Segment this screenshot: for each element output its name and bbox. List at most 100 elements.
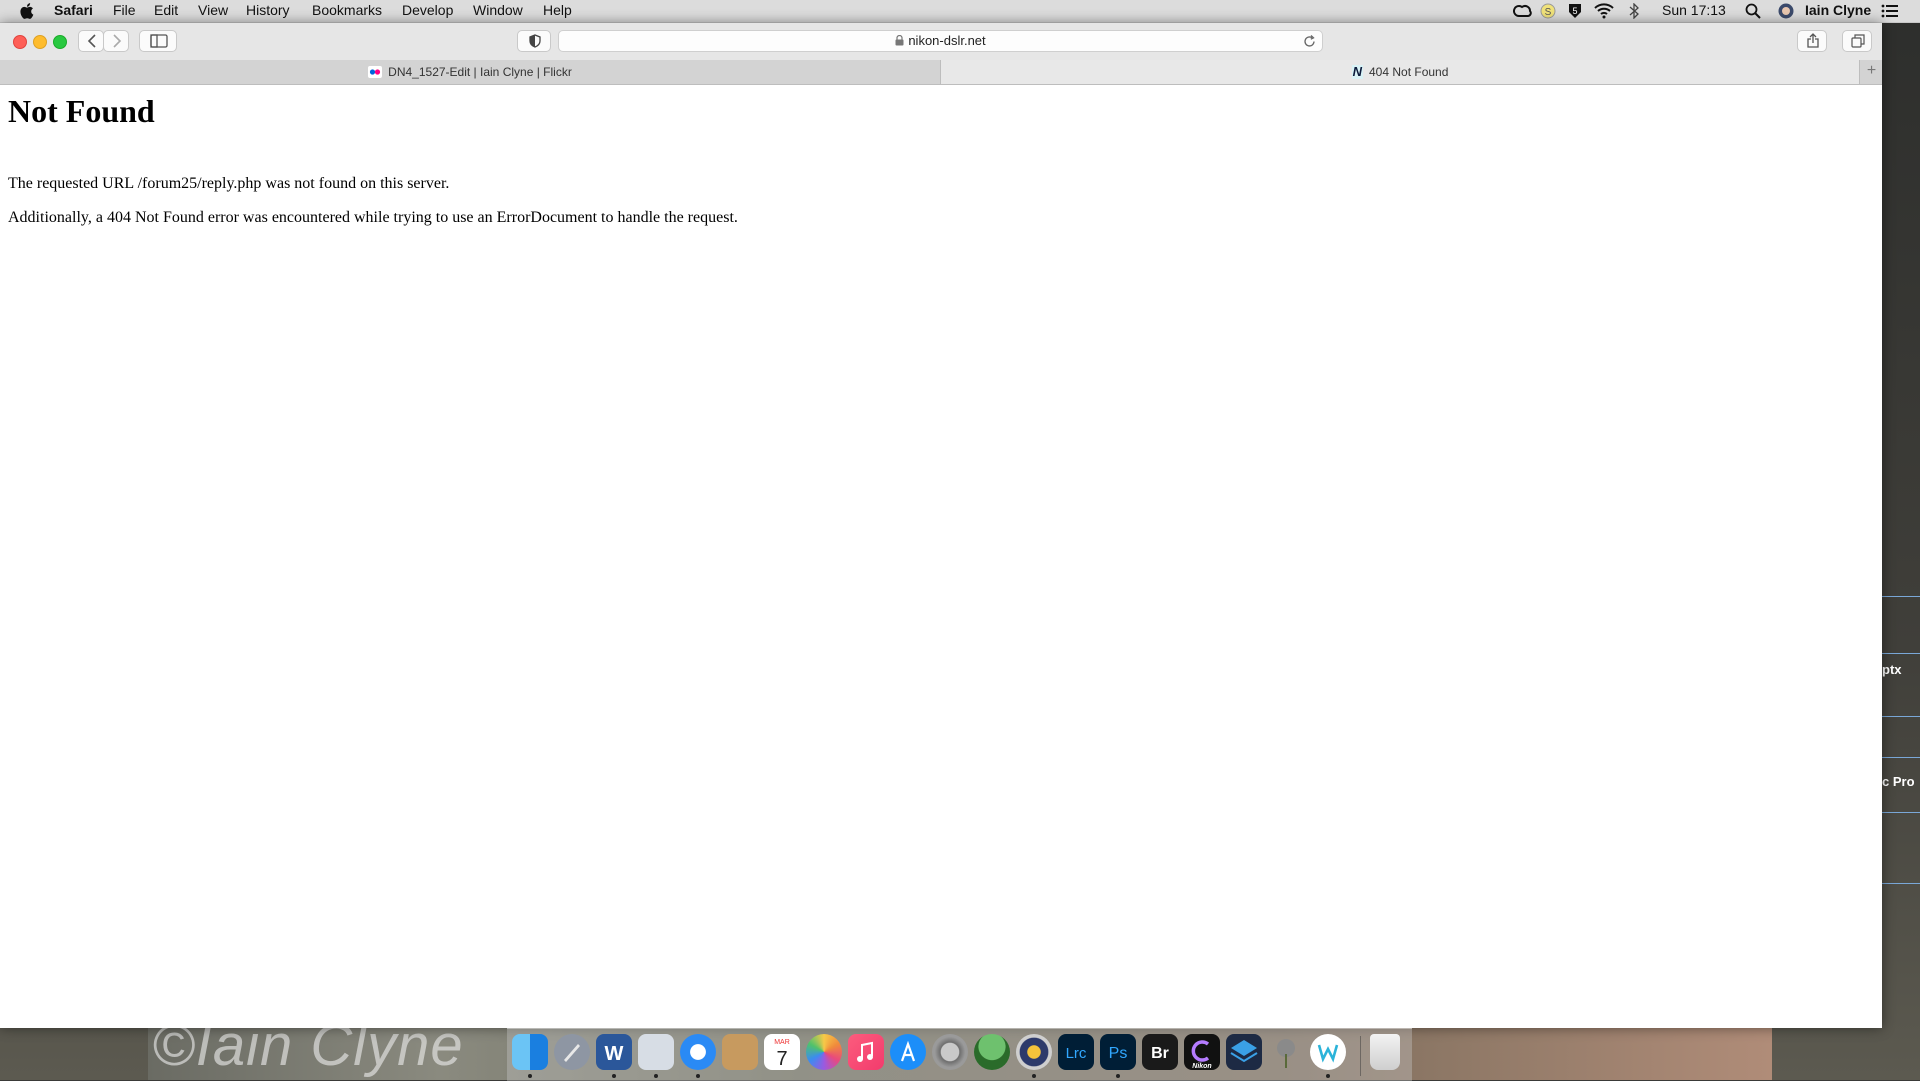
- running-indicator: [696, 1074, 700, 1078]
- share-button[interactable]: [1797, 30, 1827, 52]
- br-text-icon: Br: [1151, 1045, 1169, 1062]
- w-letter-icon: [1317, 1044, 1339, 1063]
- lrc-text-icon: Lrc: [1066, 1045, 1087, 1062]
- apple-icon[interactable]: [20, 2, 36, 20]
- settings-gear-icon[interactable]: [1016, 1034, 1052, 1070]
- contacts-icon[interactable]: [722, 1034, 758, 1070]
- safari-icon[interactable]: [680, 1034, 716, 1070]
- back-button[interactable]: [78, 30, 104, 52]
- rocket-icon: [564, 1044, 580, 1062]
- menu-edit[interactable]: Edit: [154, 2, 178, 18]
- word-w-icon: W: [605, 1043, 624, 1065]
- menu-safari[interactable]: Safari: [54, 2, 93, 18]
- page-content: Not Found The requested URL /forum25/rep…: [0, 85, 1882, 1028]
- nikon-dslr-favicon-icon: N: [1351, 64, 1363, 79]
- system-preferences-icon[interactable]: [932, 1034, 968, 1070]
- new-tab-button[interactable]: +: [1859, 60, 1883, 84]
- desktop-item-label[interactable]: ptx: [1882, 662, 1902, 677]
- photoshop-icon[interactable]: Ps: [1100, 1034, 1136, 1070]
- privacy-report-button[interactable]: [517, 30, 551, 52]
- dock-separator: [1360, 1036, 1361, 1076]
- music-icon[interactable]: [848, 1034, 884, 1070]
- menu-history[interactable]: History: [246, 2, 290, 18]
- sidebar-toggle-button[interactable]: [139, 30, 177, 52]
- w-app-icon[interactable]: [1310, 1034, 1346, 1070]
- error-detail: Additionally, a 404 Not Found error was …: [8, 209, 738, 226]
- notification-center-icon[interactable]: [1881, 3, 1899, 19]
- menu-file[interactable]: File: [113, 2, 136, 18]
- page-title: Not Found: [8, 93, 155, 129]
- ps-text-icon: Ps: [1109, 1045, 1128, 1062]
- tab-title: DN4_1527-Edit | Iain Clyne | Flickr: [388, 65, 572, 79]
- photos-icon[interactable]: [806, 1034, 842, 1070]
- svg-text:5: 5: [1572, 6, 1577, 16]
- tab-flickr[interactable]: DN4_1527-Edit | Iain Clyne | Flickr: [0, 60, 941, 84]
- nikon-label: Nikon: [1192, 1063, 1211, 1070]
- tab-overview-button[interactable]: [1842, 30, 1872, 52]
- layers-icon: [1230, 1040, 1258, 1063]
- menu-window[interactable]: Window: [473, 2, 523, 18]
- safari-window: nikon-dslr.net DN4_1527-Edit | Iain Clyn…: [0, 23, 1882, 1028]
- desktop-widget: [1880, 812, 1920, 884]
- chevron-left-icon: [87, 34, 96, 48]
- running-indicator: [1032, 1074, 1036, 1078]
- minimize-button[interactable]: [33, 35, 47, 49]
- menu-view[interactable]: View: [198, 2, 228, 18]
- share-icon: [1807, 33, 1819, 48]
- calendar-month: MAR: [774, 1039, 790, 1046]
- menu-bar: Safari File Edit View History Bookmarks …: [0, 0, 1920, 23]
- bluetooth-icon[interactable]: [1627, 3, 1641, 19]
- tabs-icon: [1851, 34, 1865, 48]
- s-status-icon[interactable]: S: [1540, 3, 1556, 19]
- lightroom-classic-icon[interactable]: Lrc: [1058, 1034, 1094, 1070]
- svg-text:S: S: [1545, 7, 1552, 18]
- user-avatar-icon[interactable]: [1778, 3, 1794, 19]
- creative-cloud-icon[interactable]: [1513, 3, 1533, 19]
- shield-5-icon[interactable]: 5: [1567, 3, 1583, 19]
- menu-develop[interactable]: Develop: [402, 2, 453, 18]
- running-indicator: [654, 1074, 658, 1078]
- chevron-right-icon: [113, 34, 122, 48]
- error-message: The requested URL /forum25/reply.php was…: [8, 175, 450, 192]
- finder-icon[interactable]: [512, 1034, 548, 1070]
- launchpad-icon[interactable]: [554, 1034, 590, 1070]
- nikon-capture-icon[interactable]: Nikon: [1184, 1034, 1220, 1070]
- lrc-label: Lrc: [1066, 1045, 1087, 1062]
- wifi-icon[interactable]: [1594, 3, 1614, 19]
- preview-icon[interactable]: [638, 1034, 674, 1070]
- user-name[interactable]: Iain Clyne: [1805, 2, 1871, 18]
- layers-app-icon[interactable]: [1226, 1034, 1262, 1070]
- tab-title: 404 Not Found: [1369, 65, 1449, 79]
- clock[interactable]: Sun 17:13: [1662, 2, 1726, 18]
- menu-bookmarks[interactable]: Bookmarks: [312, 2, 382, 18]
- ps-label: Ps: [1109, 1045, 1128, 1062]
- spotlight-icon[interactable]: [1745, 3, 1761, 19]
- address-url: nikon-dslr.net: [908, 33, 986, 48]
- menu-help[interactable]: Help: [543, 2, 572, 18]
- calendar-icon[interactable]: MAR 7: [764, 1034, 800, 1070]
- app-store-icon[interactable]: [890, 1034, 926, 1070]
- sidebar-icon: [150, 34, 168, 48]
- toolbar: nikon-dslr.net: [0, 23, 1882, 61]
- tab-bar: DN4_1527-Edit | Iain Clyne | Flickr N 404…: [0, 60, 1882, 85]
- reload-icon[interactable]: [1303, 35, 1316, 48]
- desktop-widget: [1880, 716, 1920, 758]
- running-indicator: [1116, 1074, 1120, 1078]
- music-note-icon: [857, 1041, 873, 1062]
- thistle-app-icon[interactable]: [1268, 1034, 1304, 1070]
- tab-404[interactable]: N 404 Not Found: [941, 60, 1859, 84]
- address-bar[interactable]: nikon-dslr.net: [558, 30, 1323, 52]
- close-button[interactable]: [13, 35, 27, 49]
- calendar-day: 7: [776, 1048, 787, 1070]
- bridge-icon[interactable]: Br: [1142, 1034, 1178, 1070]
- maximize-button[interactable]: [53, 35, 67, 49]
- desktop-item-label[interactable]: c Pro: [1882, 774, 1915, 789]
- desktop-widget: [1880, 596, 1920, 654]
- forward-button[interactable]: [103, 30, 129, 52]
- word-icon[interactable]: W: [596, 1034, 632, 1070]
- nikon-c-icon: Nikon: [1191, 1040, 1212, 1070]
- trash-icon[interactable]: [1370, 1034, 1400, 1070]
- thistle-icon: [1277, 1039, 1295, 1068]
- svg-text:W: W: [605, 1043, 624, 1065]
- turtle-app-icon[interactable]: [974, 1034, 1010, 1070]
